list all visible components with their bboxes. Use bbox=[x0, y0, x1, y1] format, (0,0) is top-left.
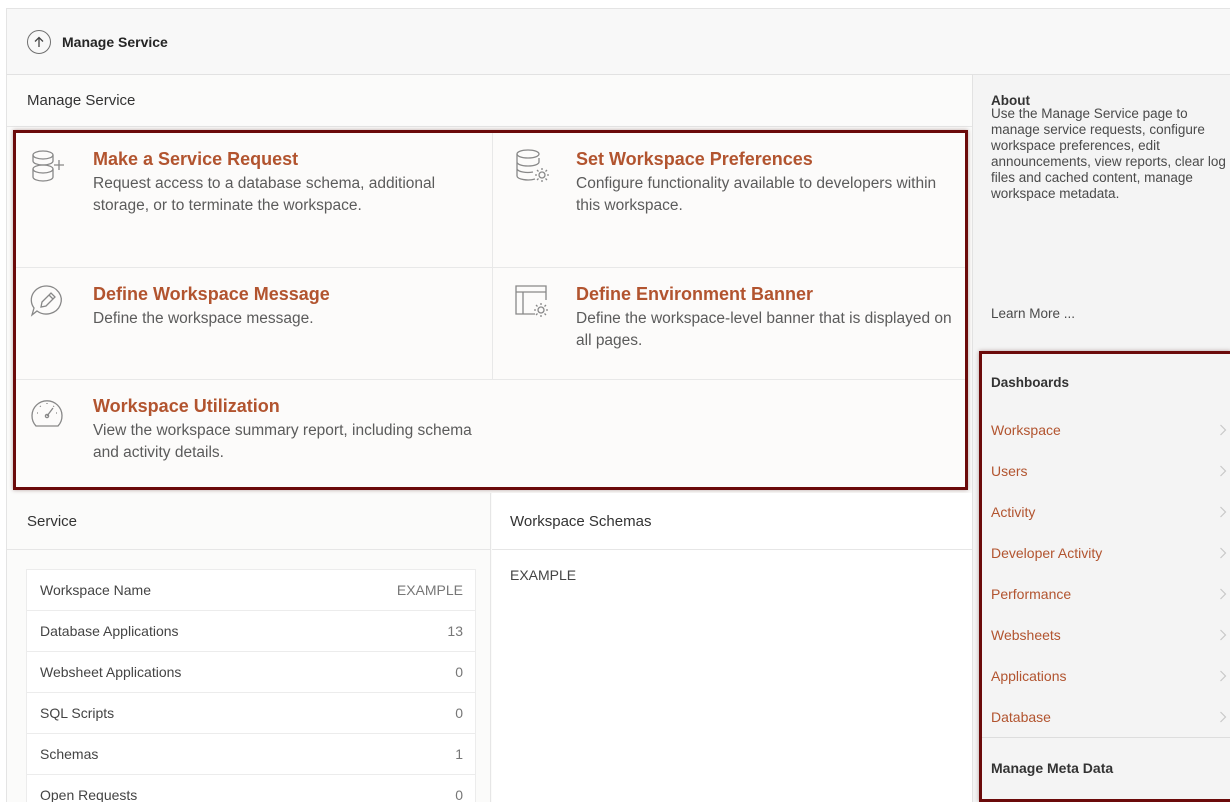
row-label: Database Applications bbox=[40, 623, 179, 639]
chevron-right-icon bbox=[1220, 711, 1227, 722]
card-title[interactable]: Define Environment Banner bbox=[576, 283, 953, 305]
manage-service-header: Manage Service bbox=[7, 75, 972, 127]
card-description: Define the workspace-level banner that i… bbox=[576, 310, 952, 349]
database-gear-icon bbox=[513, 147, 551, 185]
row-value: 0 bbox=[455, 705, 463, 721]
card-set-workspace-preferences[interactable]: Set Workspace Preferences Configure func… bbox=[493, 133, 965, 267]
dashboard-link-database[interactable]: Database bbox=[982, 696, 1230, 737]
service-table: Workspace Name EXAMPLE Database Applicati… bbox=[26, 569, 476, 802]
chevron-right-icon bbox=[1220, 629, 1227, 640]
chevron-right-icon bbox=[1220, 547, 1227, 558]
arrow-up-icon[interactable] bbox=[27, 29, 51, 54]
table-row: Open Requests 0 bbox=[27, 775, 475, 802]
about-text: Use the Manage Service page to manage se… bbox=[991, 106, 1226, 201]
card-description: View the workspace summary report, inclu… bbox=[93, 422, 472, 461]
database-plus-icon bbox=[28, 147, 66, 185]
dashboard-link-label: Performance bbox=[991, 585, 1072, 602]
dashboard-link-label: Websheets bbox=[991, 626, 1061, 643]
workspace-schemas-region: Workspace Schemas EXAMPLE bbox=[492, 493, 973, 802]
card-description: Request access to a database schema, add… bbox=[93, 175, 436, 214]
learn-more-link[interactable]: Learn More ... bbox=[991, 306, 1075, 321]
table-row: Websheet Applications 0 bbox=[27, 652, 475, 693]
card-grid: Make a Service Request Request access to… bbox=[13, 130, 968, 490]
manage-meta-data-header: Manage Meta Data bbox=[991, 760, 1114, 776]
main-region: Manage Service Make a Service Request Re… bbox=[6, 75, 973, 802]
service-header: Service bbox=[7, 493, 490, 550]
dashboard-link-applications[interactable]: Applications bbox=[982, 655, 1230, 696]
dashboard-link-label: Database bbox=[991, 708, 1051, 725]
row-value: 0 bbox=[455, 787, 463, 802]
gauge-icon bbox=[28, 394, 66, 432]
right-sidebar: About Use the Manage Service page to man… bbox=[972, 75, 1230, 802]
dashboard-link-developer-activity[interactable]: Developer Activity bbox=[982, 532, 1230, 573]
dashboard-link-performance[interactable]: Performance bbox=[982, 573, 1230, 614]
speech-pencil-icon bbox=[28, 282, 66, 320]
card-title[interactable]: Define Workspace Message bbox=[93, 283, 480, 305]
table-row: SQL Scripts 0 bbox=[27, 693, 475, 734]
dashboard-link-activity[interactable]: Activity bbox=[982, 491, 1230, 532]
table-row: Database Applications 13 bbox=[27, 611, 475, 652]
dashboards-region: Dashboards Workspace Users Activity Deve… bbox=[979, 351, 1230, 802]
page-title: Manage Service bbox=[62, 33, 168, 50]
dashboards-header: Dashboards bbox=[991, 375, 1070, 390]
card-make-service-request[interactable]: Make a Service Request Request access to… bbox=[16, 133, 492, 267]
card-define-workspace-message[interactable]: Define Workspace Message Define the work… bbox=[16, 268, 492, 379]
row-value: 0 bbox=[455, 664, 463, 680]
row-label: Workspace Name bbox=[40, 582, 152, 598]
row-value: 13 bbox=[447, 623, 463, 639]
card-define-environment-banner[interactable]: Define Environment Banner Define the wor… bbox=[493, 268, 965, 379]
dashboards-list: Workspace Users Activity Developer Activ… bbox=[982, 409, 1230, 737]
dashboard-link-workspace[interactable]: Workspace bbox=[982, 409, 1230, 450]
card-title[interactable]: Workspace Utilization bbox=[93, 395, 480, 417]
card-description: Define the workspace message. bbox=[93, 310, 314, 327]
dashboard-link-label: Workspace bbox=[991, 421, 1061, 438]
card-title[interactable]: Set Workspace Preferences bbox=[576, 148, 953, 170]
chevron-right-icon bbox=[1220, 424, 1227, 435]
dashboard-link-label: Users bbox=[991, 462, 1028, 479]
chevron-right-icon bbox=[1220, 465, 1227, 476]
card-description: Configure functionality available to dev… bbox=[576, 175, 937, 214]
dashboard-link-label: Applications bbox=[991, 667, 1067, 684]
card-title[interactable]: Make a Service Request bbox=[93, 148, 480, 170]
row-label: Websheet Applications bbox=[40, 664, 182, 680]
row-value: EXAMPLE bbox=[396, 582, 463, 598]
table-row: Schemas 1 bbox=[27, 734, 475, 775]
schema-item: EXAMPLE bbox=[510, 567, 577, 583]
service-region: Service Workspace Name EXAMPLE Database A… bbox=[7, 493, 491, 802]
row-label: Schemas bbox=[40, 746, 99, 762]
row-label: Open Requests bbox=[40, 787, 138, 802]
row-value: 1 bbox=[455, 746, 463, 762]
chevron-right-icon bbox=[1220, 670, 1227, 681]
dashboard-link-label: Developer Activity bbox=[991, 544, 1103, 561]
top-bar: Manage Service bbox=[6, 8, 1230, 75]
table-row: Workspace Name EXAMPLE bbox=[27, 570, 475, 611]
row-label: SQL Scripts bbox=[40, 705, 115, 721]
dashboard-link-label: Activity bbox=[991, 503, 1036, 520]
chevron-right-icon bbox=[1220, 506, 1227, 517]
manage-meta-data-section: Manage Meta Data bbox=[982, 737, 1230, 799]
window-gear-icon bbox=[513, 282, 551, 320]
chevron-right-icon bbox=[1220, 588, 1227, 599]
dashboard-link-users[interactable]: Users bbox=[982, 450, 1230, 491]
workspace-schemas-header: Workspace Schemas bbox=[492, 493, 973, 550]
dashboard-link-websheets[interactable]: Websheets bbox=[982, 614, 1230, 655]
card-workspace-utilization[interactable]: Workspace Utilization View the workspace… bbox=[16, 380, 492, 487]
